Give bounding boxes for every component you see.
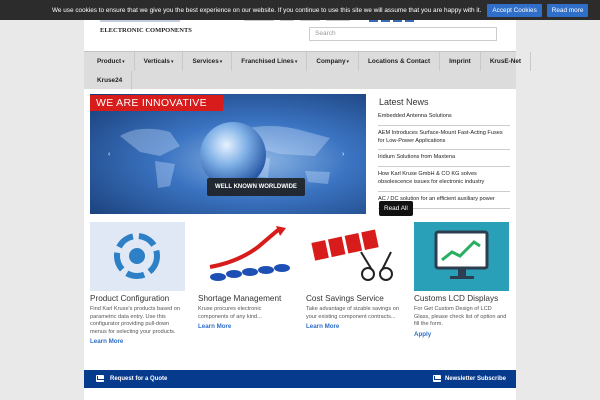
card-link[interactable]: Learn More: [198, 323, 293, 330]
request-quote-label: Request for a Quote: [110, 375, 168, 382]
chevron-down-icon: ▾: [170, 59, 174, 65]
card-title[interactable]: Customs LCD Displays: [414, 294, 509, 303]
cookie-bar: We use cookies to ensure that we give yo…: [0, 0, 600, 20]
nav-item-label: KrusE-Net: [489, 58, 522, 65]
nav-item-label: Imprint: [449, 58, 471, 65]
read-more-button[interactable]: Read more: [546, 3, 589, 17]
news-list: Embedded Antenna Solutions AEM Introduces…: [378, 111, 510, 211]
chevron-down-icon: ▾: [294, 59, 298, 65]
footer-bar: Request for a Quote Newsletter Subscribe: [84, 370, 516, 388]
news-item[interactable]: Iridium Solutions from Maxtena: [378, 152, 510, 168]
nav-item[interactable]: Franchised Lines▾: [232, 52, 308, 71]
read-all-button[interactable]: Read All: [379, 201, 413, 216]
gear-cycle-icon[interactable]: [90, 222, 185, 291]
cookie-text: We use cookies to ensure that we give yo…: [52, 6, 482, 14]
chevron-right-icon[interactable]: ›: [342, 151, 344, 158]
nav-item[interactable]: Verticals▾: [135, 52, 184, 71]
card-link[interactable]: Apply: [414, 331, 509, 338]
accept-cookies-button[interactable]: Accept Cookies: [487, 3, 542, 17]
request-quote-link[interactable]: Request for a Quote: [96, 375, 167, 382]
search-input[interactable]: Search: [309, 27, 497, 41]
card-text: Kruse procures electronic components of …: [198, 306, 262, 320]
nav-item-label: Kruse24: [97, 77, 123, 84]
nav-item-label: Locations & Contact: [368, 58, 431, 65]
hero-slider[interactable]: WE ARE INNOVATIVE WELL KNOWN WORLDWIDE ‹…: [90, 94, 366, 214]
nav-item-label: Product: [97, 58, 122, 65]
newsletter-link[interactable]: Newsletter Subscribe: [432, 375, 506, 382]
news-item[interactable]: Embedded Antenna Solutions: [378, 111, 510, 126]
chevron-left-icon[interactable]: ‹: [108, 151, 110, 158]
card-text: Take advantage of sizable savings on you…: [306, 306, 399, 320]
card-link[interactable]: Learn More: [306, 323, 401, 330]
news-item[interactable]: AEM Introduces Surface-Mount Fast-Acting…: [378, 128, 510, 151]
news-item[interactable]: How Karl Kruse GmbH & CO KG solves obsol…: [378, 169, 510, 192]
nav-item[interactable]: Services▾: [183, 52, 233, 71]
feature-card: Shortage Management Kruse procures electr…: [198, 222, 293, 330]
feature-card: Cost Savings Service Take advantage of si…: [306, 222, 401, 330]
nav-item[interactable]: Locations & Contact: [359, 52, 441, 71]
rising-chart-icon[interactable]: [198, 222, 293, 291]
card-link[interactable]: Learn More: [90, 338, 185, 345]
lcd-monitor-icon[interactable]: [414, 222, 509, 291]
scissors-costs-icon[interactable]: [306, 222, 401, 291]
newsletter-label: Newsletter Subscribe: [444, 375, 506, 382]
news-title: Latest News: [379, 97, 429, 107]
nav-item-label: Franchised Lines: [241, 58, 294, 65]
chevron-down-icon: ▾: [346, 59, 350, 65]
nav-item[interactable]: Kruse24: [88, 71, 133, 90]
chevron-down-icon: ▾: [122, 59, 125, 65]
mail-icon: [432, 375, 441, 382]
main-nav: Product▾ Verticals▾ Services▾ Franchised Li…: [84, 51, 532, 90]
card-text: For Get Custom Design of LCD Glass, plea…: [414, 306, 507, 328]
nav-item-label: Company: [316, 58, 346, 65]
feature-card: Customs LCD Displays For Get Custom Desig…: [414, 222, 509, 338]
mail-icon: [96, 375, 104, 382]
nav-item-label: Verticals: [143, 58, 170, 65]
hero-badge: WELL KNOWN WORLDWIDE: [207, 178, 305, 196]
card-text: Find Karl Kruse's products based on para…: [90, 306, 180, 335]
nav-item-label: Services: [192, 58, 219, 65]
card-title[interactable]: Product Configuration: [90, 294, 185, 303]
nav-item[interactable]: Product▾: [88, 52, 135, 71]
card-title[interactable]: Cost Savings Service: [306, 294, 401, 303]
nav-item[interactable]: Imprint: [440, 52, 481, 71]
page: ELECTRONIC COMPONENTS x f in t Search Pr…: [84, 0, 532, 400]
hero-banner: WE ARE INNOVATIVE: [90, 95, 223, 111]
nav-item[interactable]: Company▾: [307, 52, 360, 71]
card-title[interactable]: Shortage Management: [198, 294, 293, 303]
tagline: ELECTRONIC COMPONENTS: [100, 27, 192, 34]
nav-item[interactable]: KrusE-Net: [481, 52, 532, 71]
feature-card: Product Configuration Find Karl Kruse's p…: [90, 222, 185, 345]
chevron-down-icon: ▾: [219, 59, 223, 65]
